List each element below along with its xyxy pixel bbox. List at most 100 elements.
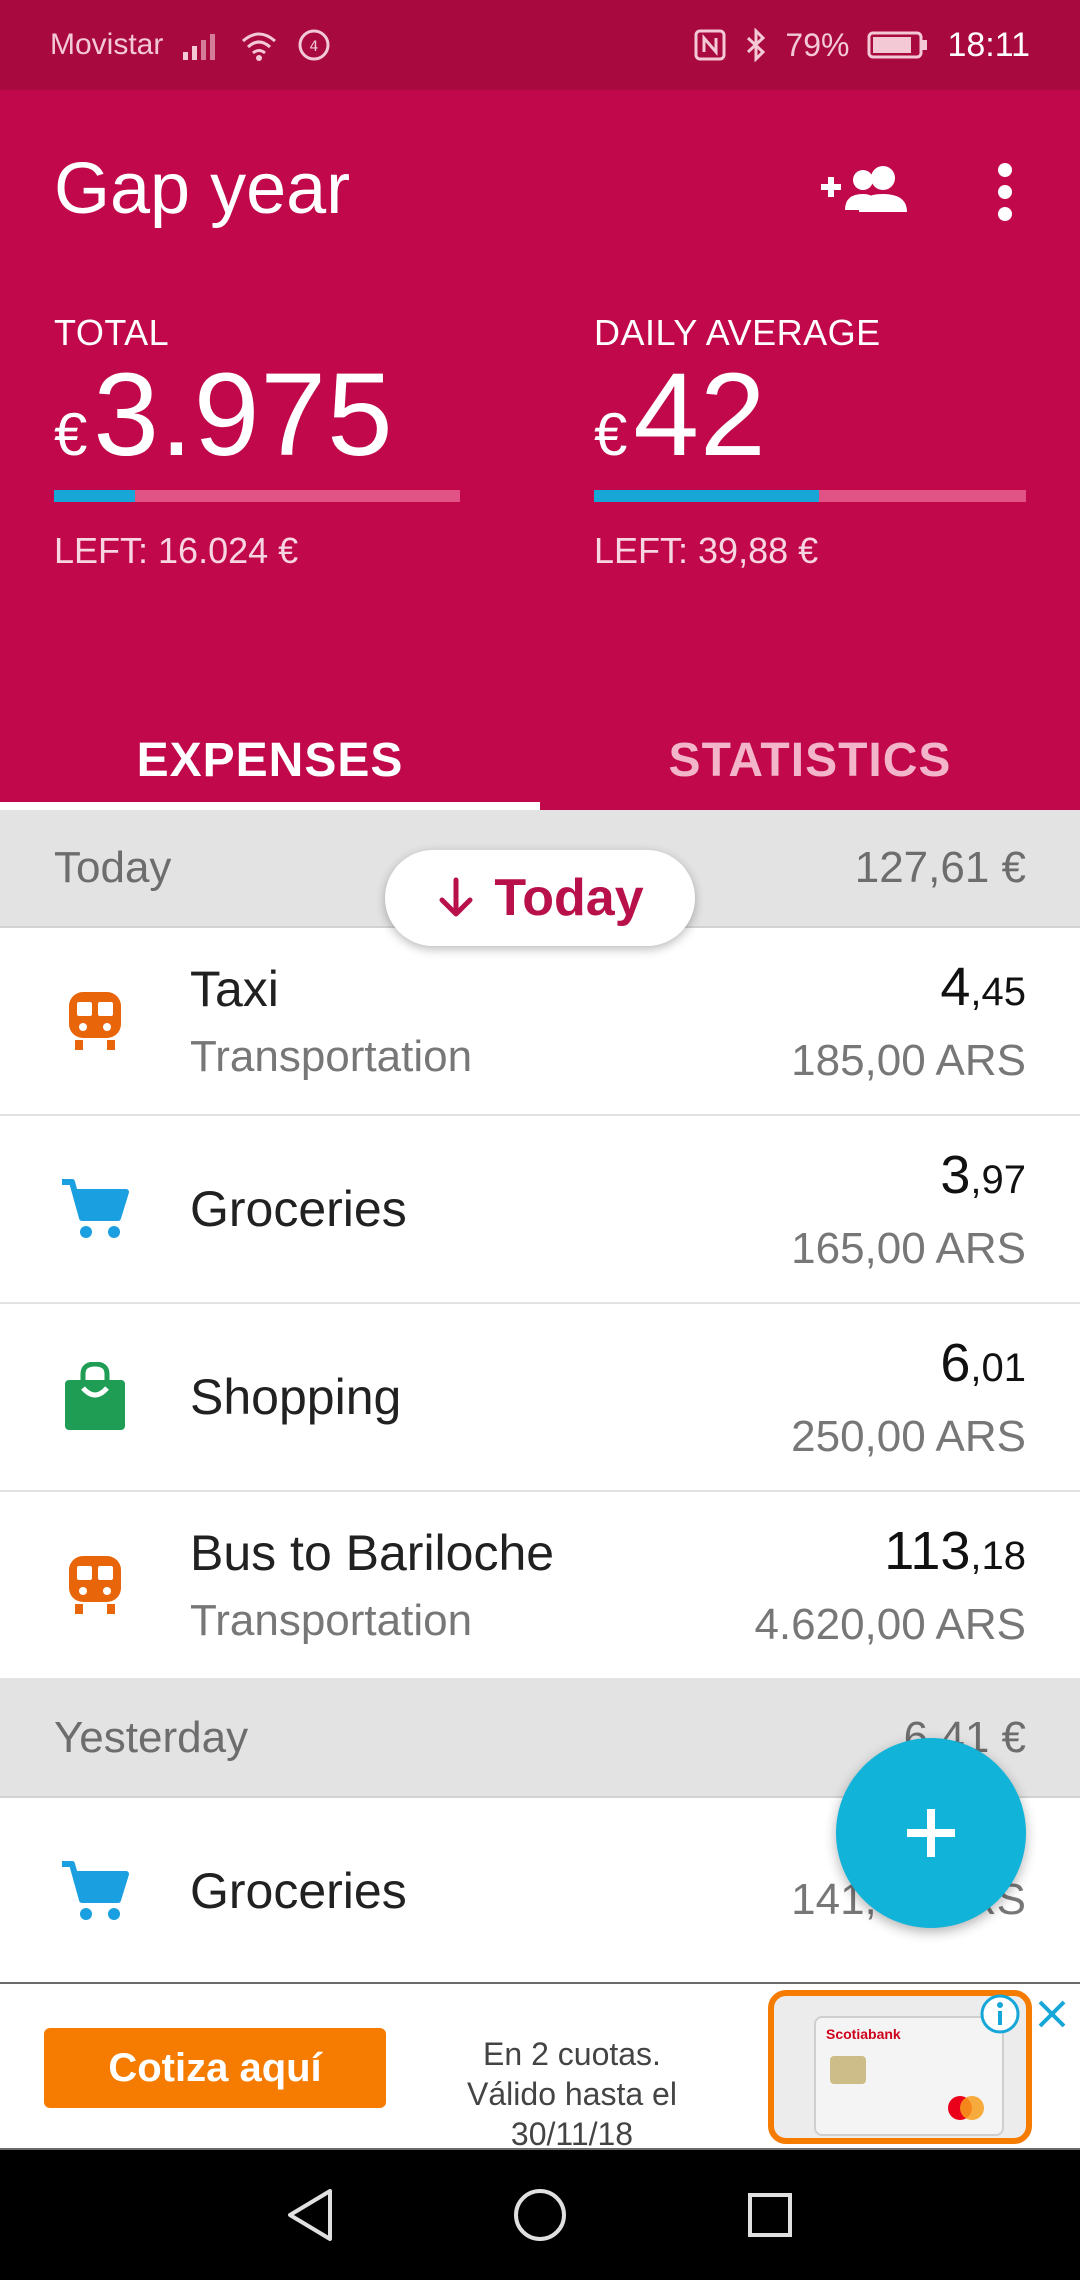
expense-original-amount: 250,00 ARS bbox=[791, 1412, 1026, 1461]
expense-name: Groceries bbox=[190, 1181, 407, 1237]
battery-percent: 79% bbox=[785, 26, 850, 63]
expense-eur-amount: 113,18 bbox=[754, 1520, 1026, 1582]
expense-eur-dec: ,45 bbox=[970, 970, 1026, 1014]
credit-card-graphic: Scotiabank bbox=[814, 2016, 1004, 2136]
tab-statistics[interactable]: STATISTICS bbox=[540, 710, 1080, 810]
tab-bar: EXPENSES STATISTICS bbox=[0, 710, 1080, 810]
more-options-button[interactable] bbox=[975, 152, 1035, 232]
tab-statistics-label: STATISTICS bbox=[668, 733, 952, 787]
train-icon bbox=[0, 1552, 190, 1618]
trip-title: Gap year bbox=[54, 149, 351, 229]
card-chip bbox=[830, 2056, 866, 2084]
expense-eur-int: 4 bbox=[940, 957, 971, 1017]
ad-close-icon[interactable] bbox=[1030, 1992, 1074, 2036]
add-expense-button[interactable] bbox=[836, 1738, 1026, 1928]
tab-expenses-label: EXPENSES bbox=[136, 733, 404, 787]
expense-amounts: 4,45 185,00 ARS bbox=[791, 956, 1080, 1086]
expense-row[interactable]: Taxi Transportation 4,45 185,00 ARS bbox=[0, 928, 1080, 1116]
recents-icon bbox=[748, 2193, 792, 2237]
ad-banner[interactable]: Cotiza aquí En 2 cuotas. Válido hasta el… bbox=[0, 1982, 1080, 2152]
nav-back-button[interactable] bbox=[270, 2175, 350, 2255]
bluetooth-icon bbox=[745, 28, 767, 62]
expense-row[interactable]: Bus to Bariloche Transportation 113,18 4.62… bbox=[0, 1492, 1080, 1680]
data-saver-icon: 4 bbox=[297, 28, 331, 62]
system-nav-bar bbox=[0, 2150, 1080, 2280]
ad-info-icon[interactable] bbox=[978, 1992, 1022, 2036]
daily-average-label: DAILY AVERAGE bbox=[594, 312, 881, 353]
expense-category: Transportation bbox=[190, 1596, 473, 1645]
ad-line-2: Válido hasta el 30/11/18 bbox=[467, 2076, 677, 2152]
train-icon bbox=[0, 988, 190, 1054]
expense-eur-amount: 4,45 bbox=[791, 956, 1026, 1018]
mastercard-icon bbox=[948, 2096, 984, 2120]
shopping-bag-icon bbox=[0, 1362, 190, 1432]
more-vert-icon bbox=[998, 163, 1012, 221]
daily-average-value: € 42 bbox=[594, 349, 1026, 481]
expense-text: Groceries bbox=[190, 1180, 791, 1238]
nav-recents-button[interactable] bbox=[730, 2175, 810, 2255]
expense-row[interactable]: Shopping 6,01 250,00 ARS bbox=[0, 1304, 1080, 1492]
carrier-label: Movistar bbox=[50, 28, 164, 61]
wifi-icon bbox=[239, 29, 279, 61]
back-icon bbox=[288, 2189, 332, 2241]
expense-amounts: 113,18 4.620,00 ARS bbox=[754, 1520, 1080, 1650]
day-label: Yesterday bbox=[54, 1713, 249, 1762]
clock: 18:11 bbox=[947, 25, 1030, 64]
expense-eur-int: 3 bbox=[940, 1145, 971, 1205]
expense-original-amount: 185,00 ARS bbox=[791, 1036, 1026, 1085]
expense-text: Taxi Transportation bbox=[190, 960, 791, 1082]
expense-name: Bus to Bariloche bbox=[190, 1525, 555, 1581]
total-currency: € bbox=[54, 401, 88, 468]
total-progress-bar bbox=[54, 490, 460, 502]
signal-icon bbox=[181, 30, 221, 60]
ad-text: En 2 cuotas. Válido hasta el 30/11/18 bbox=[412, 2034, 732, 2154]
tab-expenses[interactable]: EXPENSES bbox=[0, 710, 540, 810]
expense-amounts: 6,01 250,00 ARS bbox=[791, 1332, 1080, 1462]
cart-icon bbox=[0, 1176, 190, 1242]
tab-indicator bbox=[0, 802, 540, 810]
day-total: 127,61 € bbox=[854, 843, 1026, 892]
ad-cta-button[interactable]: Cotiza aquí bbox=[44, 2028, 386, 2108]
expense-row[interactable]: Groceries 3,97 165,00 ARS bbox=[0, 1116, 1080, 1304]
nav-home-button[interactable] bbox=[500, 2175, 580, 2255]
plus-icon bbox=[907, 1809, 955, 1857]
day-label: Today bbox=[54, 843, 172, 892]
daily-progress-bar bbox=[594, 490, 1026, 502]
daily-progress-fill bbox=[594, 490, 819, 502]
status-bar: Movistar 4 79% 18:11 bbox=[0, 0, 1080, 90]
scroll-to-today-label: Today bbox=[494, 869, 644, 927]
expense-eur-dec: ,18 bbox=[970, 1534, 1026, 1578]
daily-currency: € bbox=[594, 401, 628, 468]
expense-original-amount: 4.620,00 ARS bbox=[754, 1600, 1026, 1649]
expense-name: Shopping bbox=[190, 1369, 402, 1425]
expense-eur-dec: ,97 bbox=[970, 1158, 1026, 1202]
arrow-down-icon bbox=[439, 877, 473, 917]
expense-eur-amount: 3,97 bbox=[791, 1144, 1026, 1206]
ad-line-1: En 2 cuotas. bbox=[483, 2036, 661, 2072]
expense-text: Groceries bbox=[190, 1862, 791, 1920]
add-people-button[interactable] bbox=[814, 150, 914, 230]
expense-amounts: 3,97 165,00 ARS bbox=[791, 1144, 1080, 1274]
total-left: LEFT: 16.024 € bbox=[54, 530, 299, 571]
battery-icon bbox=[867, 30, 929, 60]
cart-icon bbox=[0, 1858, 190, 1924]
total-label: TOTAL bbox=[54, 312, 170, 353]
nfc-icon bbox=[693, 28, 727, 62]
daily-amount: 42 bbox=[633, 349, 767, 481]
home-icon bbox=[514, 2189, 566, 2241]
expense-text: Bus to Bariloche Transportation bbox=[190, 1524, 754, 1646]
expense-category: Transportation bbox=[190, 1032, 473, 1081]
daily-average-stat: DAILY AVERAGE € 42 LEFT: 39,88 € bbox=[594, 312, 1026, 572]
scroll-to-today-button[interactable]: Today bbox=[385, 850, 695, 946]
expense-eur-dec: ,01 bbox=[970, 1346, 1026, 1390]
expense-name: Taxi bbox=[190, 961, 279, 1017]
total-progress-fill bbox=[54, 490, 136, 502]
add-people-icon bbox=[821, 166, 907, 212]
expense-original-amount: 165,00 ARS bbox=[791, 1224, 1026, 1273]
ad-card-brand: Scotiabank bbox=[826, 2026, 901, 2042]
total-value: € 3.975 bbox=[54, 349, 460, 481]
expense-text: Shopping bbox=[190, 1368, 791, 1426]
expense-eur-int: 6 bbox=[940, 1333, 971, 1393]
total-amount: 3.975 bbox=[93, 349, 394, 481]
expense-name: Groceries bbox=[190, 1863, 407, 1919]
